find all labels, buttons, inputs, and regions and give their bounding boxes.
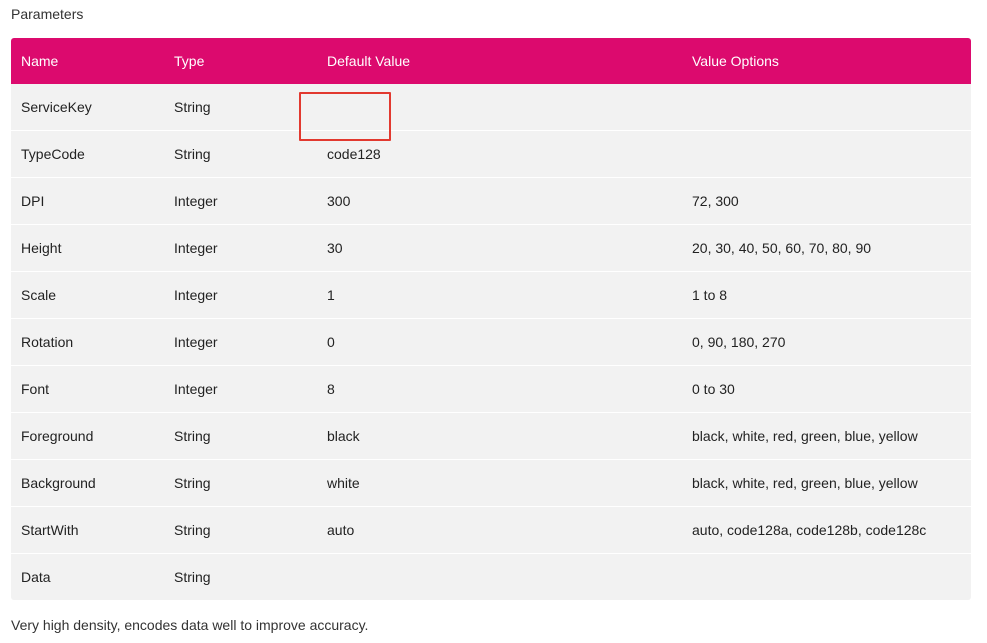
param-default: white — [327, 475, 360, 491]
table-row: ServiceKey String — [11, 84, 971, 131]
param-options: 0, 90, 180, 270 — [692, 334, 786, 350]
table-row: Rotation Integer 0 0, 90, 180, 270 — [11, 319, 971, 366]
table-row: DPI Integer 300 72, 300 — [11, 178, 971, 225]
param-type: Integer — [174, 334, 218, 350]
param-type: Integer — [174, 193, 218, 209]
table-row: Foreground String black black, white, re… — [11, 413, 971, 460]
param-name: Data — [21, 569, 51, 585]
param-type: String — [174, 146, 211, 162]
table-caption: Parameters — [11, 6, 84, 22]
param-name: ServiceKey — [21, 99, 92, 115]
param-name: Scale — [21, 287, 57, 303]
param-name: Font — [21, 381, 50, 397]
param-name: TypeCode — [21, 146, 85, 162]
param-options: black, white, red, green, blue, yellow — [692, 475, 918, 491]
column-header-default-value: Default Value — [327, 53, 411, 69]
page: Parameters Name Type Default Value Value… — [0, 0, 987, 643]
param-options: 20, 30, 40, 50, 60, 70, 80, 90 — [692, 240, 872, 256]
table-row: Background String white black, white, re… — [11, 460, 971, 507]
param-name: StartWith — [21, 522, 79, 538]
column-header-name: Name — [21, 53, 59, 69]
param-name: DPI — [21, 193, 45, 209]
param-options: 0 to 30 — [692, 381, 735, 397]
table-row: StartWith String auto auto, code128a, co… — [11, 507, 971, 554]
param-name: Height — [21, 240, 62, 256]
table-row: Scale Integer 1 1 to 8 — [11, 272, 971, 319]
param-name: Rotation — [21, 334, 74, 350]
footer-note: Very high density, encodes data well to … — [11, 617, 369, 633]
param-type: Integer — [174, 381, 218, 397]
param-default: 1 — [327, 287, 335, 303]
param-default: code128 — [327, 146, 381, 162]
param-type: String — [174, 569, 211, 585]
param-type: Integer — [174, 287, 218, 303]
param-default: 30 — [327, 240, 343, 256]
table-header-row: Name Type Default Value Value Options — [11, 38, 971, 84]
table-row: Height Integer 30 20, 30, 40, 50, 60, 70… — [11, 225, 971, 272]
table-row: TypeCode String code128 — [11, 131, 971, 178]
param-default: black — [327, 428, 360, 444]
param-type: String — [174, 99, 211, 115]
column-header-type: Type — [174, 53, 205, 69]
param-options: auto, code128a, code128b, code128c — [692, 522, 927, 538]
param-type: Integer — [174, 240, 218, 256]
param-options: 1 to 8 — [692, 287, 728, 303]
param-default: auto — [327, 522, 355, 538]
column-header-value-options: Value Options — [692, 53, 779, 69]
parameters-table: Name Type Default Value Value Options Se… — [11, 38, 971, 600]
param-name: Background — [21, 475, 96, 491]
param-default: 8 — [327, 381, 335, 397]
param-options: black, white, red, green, blue, yellow — [692, 428, 918, 444]
param-name: Foreground — [21, 428, 94, 444]
param-options: 72, 300 — [692, 193, 739, 209]
table-row: Font Integer 8 0 to 30 — [11, 366, 971, 413]
param-type: String — [174, 428, 211, 444]
param-type: String — [174, 475, 211, 491]
param-default: 0 — [327, 334, 335, 350]
param-type: String — [174, 522, 211, 538]
table-row: Data String — [11, 554, 971, 600]
param-default: 300 — [327, 193, 351, 209]
